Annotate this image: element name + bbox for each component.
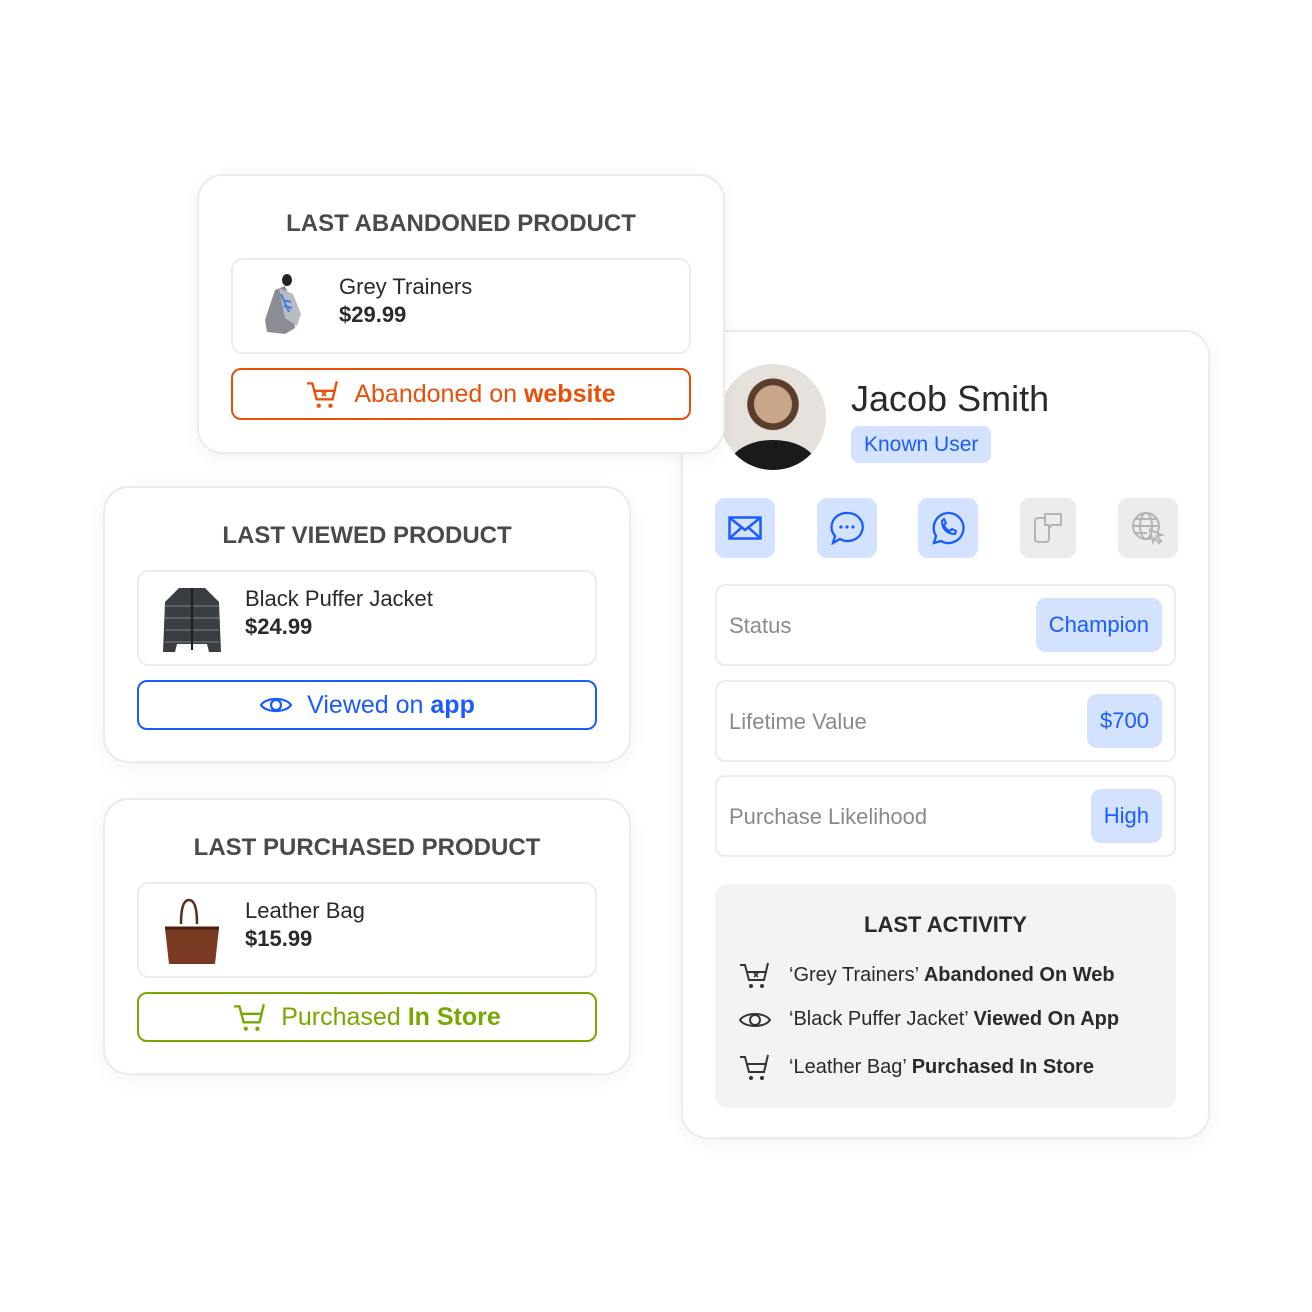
product-price: $15.99 <box>245 926 313 951</box>
product-price: $29.99 <box>339 302 407 327</box>
product-price: $24.99 <box>245 614 313 639</box>
status-row: Status Champion <box>715 584 1176 666</box>
status-label: Status <box>729 613 792 638</box>
product-name: Black Puffer Jacket <box>245 586 433 611</box>
lifetime-value-row: Lifetime Value $700 <box>715 680 1176 762</box>
purchased-in-store-button[interactable]: Purchased In Store <box>137 992 597 1042</box>
customer-name: Jacob Smith <box>851 378 1050 419</box>
email-channel-button[interactable] <box>715 498 775 558</box>
product-name: Grey Trainers <box>339 274 473 299</box>
cart-icon <box>740 1054 769 1080</box>
product-item[interactable]: Leather Bag $15.99 <box>137 882 597 978</box>
purchase-likelihood-row: Purchase Likelihood High <box>715 775 1176 857</box>
sms-channel-button[interactable] <box>1020 498 1076 558</box>
last-abandoned-product-card: LAST ABANDONED PRODUCT Grey Trainers $29… <box>197 174 725 454</box>
last-viewed-product-card: LAST VIEWED PRODUCT Black Puffer Jacket … <box>103 486 631 763</box>
grey-trainers-image <box>265 274 301 334</box>
last-activity-title: LAST ACTIVITY <box>864 912 1027 937</box>
abandoned-on-website-button[interactable]: Abandoned on website <box>231 368 691 420</box>
lifetime-value-value: $700 <box>1087 694 1162 748</box>
card-title: LAST VIEWED PRODUCT <box>222 522 512 549</box>
chat-channel-button[interactable] <box>817 498 877 558</box>
activity-item: ‘Leather Bag’ Purchased In Store <box>739 1052 1094 1082</box>
cart-x-icon <box>307 380 339 408</box>
last-purchased-product-card: LAST PURCHASED PRODUCT Leather Bag $15.9… <box>103 798 631 1075</box>
viewed-on-app-button[interactable]: Viewed on app <box>137 680 597 730</box>
whatsapp-icon <box>932 511 965 545</box>
leather-bag-image <box>165 898 219 964</box>
card-title: LAST ABANDONED PRODUCT <box>286 210 636 237</box>
known-user-badge: Known User <box>851 426 992 463</box>
cart-x-icon <box>740 962 769 988</box>
email-icon <box>728 516 762 540</box>
product-item[interactable]: Black Puffer Jacket $24.99 <box>137 570 597 666</box>
activity-item: ‘Grey Trainers’ Abandoned On Web <box>739 960 1115 990</box>
cart-icon <box>234 1003 266 1031</box>
eye-icon <box>739 1012 771 1027</box>
customer-profile-card: Jacob Smith Known User Status Champion Li… <box>681 330 1210 1139</box>
product-item[interactable]: Grey Trainers $29.99 <box>231 258 691 354</box>
purchase-likelihood-value: High <box>1090 789 1162 843</box>
sms-icon <box>1034 513 1062 543</box>
web-icon <box>1132 512 1165 545</box>
activity-item: ‘Black Puffer Jacket’ Viewed On App <box>739 1008 1119 1031</box>
purchase-likelihood-label: Purchase Likelihood <box>729 804 928 829</box>
status-value: Champion <box>1035 598 1162 652</box>
whatsapp-channel-button[interactable] <box>918 498 978 558</box>
lifetime-value-label: Lifetime Value <box>729 709 867 734</box>
black-puffer-jacket-image <box>163 588 221 652</box>
last-activity-panel: LAST ACTIVITY ‘Grey Trainers’ Abandoned … <box>715 884 1176 1108</box>
eye-icon <box>259 697 293 713</box>
web-channel-button[interactable] <box>1118 498 1178 558</box>
chat-icon <box>830 511 864 545</box>
card-title: LAST PURCHASED PRODUCT <box>193 834 541 861</box>
avatar <box>720 364 826 470</box>
product-name: Leather Bag <box>245 898 365 923</box>
